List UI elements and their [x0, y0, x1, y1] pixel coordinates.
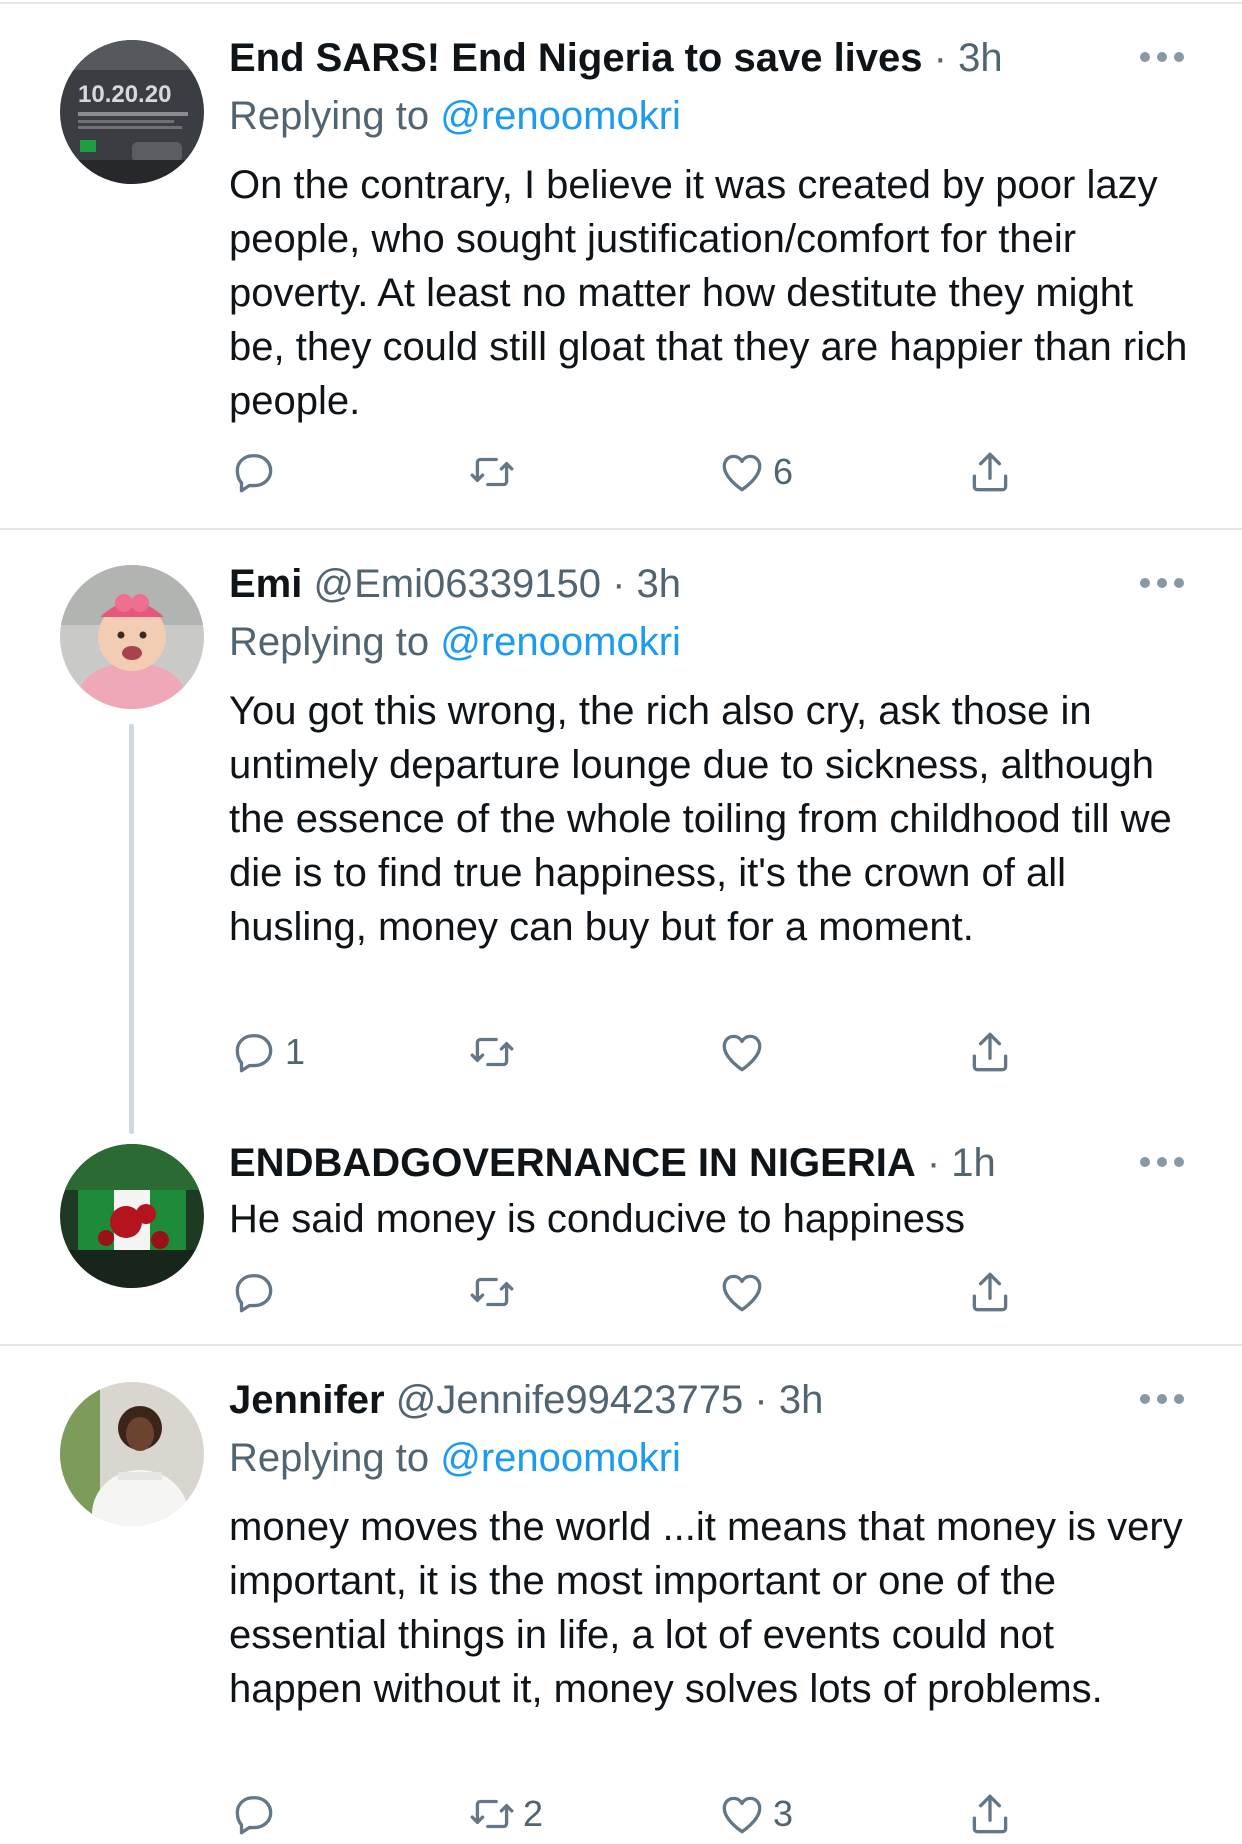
- mention-link[interactable]: @renoomokri: [440, 1436, 681, 1480]
- reply-button[interactable]: [229, 1784, 285, 1844]
- like-button[interactable]: [717, 1262, 773, 1322]
- like-icon: [722, 454, 762, 492]
- avatar-image: [60, 565, 204, 709]
- more-icon[interactable]: [1140, 50, 1184, 64]
- replying-label: Replying to: [229, 94, 430, 138]
- retweet-icon: [470, 1277, 514, 1307]
- timestamp[interactable]: 3h: [779, 1378, 824, 1422]
- like-count: 3: [773, 1793, 794, 1834]
- retweet-icon: [470, 1799, 514, 1829]
- replying-label: Replying to: [229, 1436, 430, 1480]
- reply-icon: [235, 1274, 273, 1313]
- replying-to: Replying to @renoomokri: [229, 1432, 681, 1484]
- retweet-button[interactable]: [467, 1262, 523, 1322]
- reply-button[interactable]: 1: [229, 1022, 305, 1082]
- share-icon: [972, 452, 1008, 492]
- like-button[interactable]: 6: [717, 442, 793, 502]
- display-name[interactable]: Jennifer: [229, 1378, 385, 1422]
- tweet-text: money moves the world ...it means that m…: [229, 1505, 1183, 1711]
- reply-button[interactable]: [229, 1262, 285, 1322]
- retweet-icon: [470, 457, 514, 487]
- tweet-text: You got this wrong, the rich also cry, a…: [229, 689, 1172, 949]
- share-icon: [972, 1272, 1008, 1312]
- avatar-image: [60, 1382, 204, 1526]
- reply-icon: [235, 1034, 273, 1073]
- retweet-button[interactable]: [467, 442, 523, 502]
- timestamp[interactable]: 3h: [958, 36, 1003, 80]
- share-button[interactable]: [965, 1262, 1015, 1322]
- display-name[interactable]: ENDBADGOVERNANCE IN NIGERIA: [229, 1141, 916, 1185]
- dot-separator: ·: [754, 1378, 768, 1422]
- dot-separator: ·: [612, 562, 626, 606]
- tweet-header: End SARS! End Nigeria to save lives · 3h: [229, 32, 1112, 84]
- user-handle[interactable]: @Emi06339150: [313, 562, 600, 606]
- thread-line: [129, 724, 134, 1134]
- timestamp[interactable]: 1h: [951, 1141, 996, 1185]
- tweet-header: Emi @Emi06339150 · 3h: [229, 558, 1112, 610]
- like-icon: [722, 1034, 762, 1072]
- reply-button[interactable]: [229, 442, 285, 502]
- avatar-image: 10.20.20: [60, 40, 204, 184]
- like-button[interactable]: [717, 1022, 773, 1082]
- tweet-text: He said money is conducive to happiness: [229, 1197, 965, 1241]
- like-count: 6: [773, 451, 794, 492]
- top-divider: [0, 2, 1242, 4]
- mention-link[interactable]: @renoomokri: [440, 620, 681, 664]
- dot-separator: ·: [933, 36, 947, 80]
- tweet-header: ENDBADGOVERNANCE IN NIGERIA · 1h: [229, 1137, 1112, 1189]
- like-button[interactable]: 3: [717, 1784, 793, 1844]
- tweet-divider: [0, 528, 1242, 530]
- share-icon: [972, 1032, 1008, 1072]
- tweet-divider: [0, 1344, 1242, 1346]
- avatar-image: [60, 1144, 204, 1288]
- share-icon: [972, 1794, 1008, 1834]
- more-icon[interactable]: [1140, 576, 1184, 590]
- mention-link[interactable]: @renoomokri: [440, 94, 681, 138]
- avatar[interactable]: [60, 565, 204, 709]
- user-handle[interactable]: @Jennife99423775: [396, 1378, 744, 1422]
- timestamp[interactable]: 3h: [637, 562, 682, 606]
- avatar[interactable]: [60, 1144, 204, 1288]
- tweet-actions: 1: [229, 1022, 1129, 1082]
- like-icon: [722, 1274, 762, 1312]
- retweet-button[interactable]: [467, 1022, 523, 1082]
- tweet-actions: 6: [229, 442, 1129, 502]
- retweet-icon: [470, 1037, 514, 1067]
- share-button[interactable]: [965, 1784, 1015, 1844]
- reply-count: 1: [285, 1031, 306, 1072]
- more-icon[interactable]: [1140, 1155, 1184, 1169]
- like-icon: [722, 1796, 762, 1834]
- share-button[interactable]: [965, 442, 1015, 502]
- avatar[interactable]: [60, 1382, 204, 1526]
- more-icon[interactable]: [1140, 1392, 1184, 1406]
- display-name[interactable]: End SARS! End Nigeria to save lives: [229, 36, 923, 80]
- tweet-text: On the contrary, I believe it was create…: [229, 163, 1188, 423]
- retweet-count: 2: [523, 1793, 544, 1834]
- tweet-actions: [229, 1262, 1129, 1322]
- replying-to: Replying to @renoomokri: [229, 90, 681, 142]
- avatar[interactable]: 10.20.20: [60, 40, 204, 184]
- tweet-header: Jennifer @Jennife99423775 · 3h: [229, 1374, 1112, 1426]
- replying-to: Replying to @renoomokri: [229, 616, 681, 668]
- replying-label: Replying to: [229, 620, 430, 664]
- reply-icon: [235, 1796, 273, 1835]
- retweet-button[interactable]: 2: [467, 1784, 543, 1844]
- tweet-actions: 2 3: [229, 1784, 1129, 1844]
- display-name[interactable]: Emi: [229, 562, 302, 606]
- share-button[interactable]: [965, 1022, 1015, 1082]
- reply-icon: [235, 454, 273, 493]
- dot-separator: ·: [926, 1141, 941, 1185]
- avatar-text: 10.20.20: [78, 81, 171, 108]
